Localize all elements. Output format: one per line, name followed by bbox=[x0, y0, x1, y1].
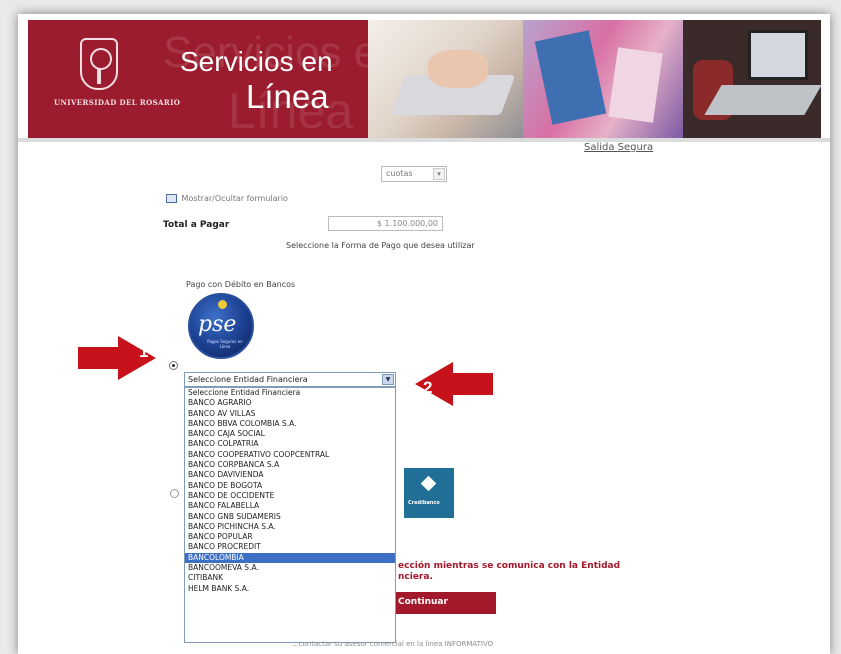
bank-option[interactable]: BANCO DAVIVIENDA bbox=[185, 470, 395, 480]
installments-value: cuotas bbox=[386, 169, 413, 178]
pse-logo-subtext: Pagos Seguros en Línea bbox=[207, 339, 243, 349]
credibanco-logo: Credibanco bbox=[404, 468, 454, 518]
bank-option[interactable]: BANCO FALABELLA bbox=[185, 501, 395, 511]
warning-line1: ección mientras se comunica con la Entid… bbox=[398, 561, 621, 571]
bank-option[interactable]: BANCO GNB SUDAMERIS bbox=[185, 512, 395, 522]
banner-title-line1: Servicios en bbox=[180, 46, 333, 77]
continue-button[interactable]: Continuar bbox=[396, 592, 496, 614]
banner-photo-typing bbox=[368, 20, 523, 138]
bank-option[interactable]: BANCO CAJA SOCIAL bbox=[185, 429, 395, 439]
crest-icon bbox=[80, 38, 118, 90]
bank-select[interactable]: Seleccione Entidad Financiera ▼ bbox=[184, 372, 396, 387]
banner-photo-shopping bbox=[523, 20, 683, 138]
browser-frame: UNIVERSIDAD DEL ROSARIO Servicios en Lín… bbox=[18, 14, 830, 654]
bank-option[interactable]: BANCO PROCREDIT bbox=[185, 542, 395, 552]
university-logo: UNIVERSIDAD DEL ROSARIO bbox=[54, 38, 180, 118]
credibanco-logo-text: Credibanco bbox=[408, 500, 440, 506]
chevron-down-icon[interactable]: ▾ bbox=[433, 168, 445, 180]
bank-option[interactable]: BANCO BBVA COLOMBIA S.A. bbox=[185, 419, 395, 429]
bank-option[interactable]: BANCO COOPERATIVO COOPCENTRAL bbox=[185, 450, 395, 460]
credibanco-radio[interactable] bbox=[170, 489, 179, 498]
total-label: Total a Pagar bbox=[163, 220, 230, 230]
banner-title-line2: Línea bbox=[246, 78, 329, 115]
pse-logo-text: pse bbox=[198, 312, 237, 337]
footer-note: ...contactar su asesor comercial en la l… bbox=[292, 640, 494, 648]
bank-option[interactable]: BANCO COLPATRIA bbox=[185, 439, 395, 449]
bank-option[interactable]: BANCO POPULAR bbox=[185, 532, 395, 542]
toggle-form-link[interactable]: Mostrar/Ocultar formulario bbox=[166, 194, 288, 203]
bank-option[interactable]: BANCO AGRARIO bbox=[185, 398, 395, 408]
diamond-icon bbox=[420, 475, 437, 492]
bank-option[interactable]: BANCO AV VILLAS bbox=[185, 409, 395, 419]
bank-option[interactable]: CITIBANK bbox=[185, 573, 395, 583]
bank-option[interactable]: BANCO PICHINCHA S.A. bbox=[185, 522, 395, 532]
warning-message: ección mientras se comunica con la Entid… bbox=[398, 561, 648, 583]
header-banner: UNIVERSIDAD DEL ROSARIO Servicios en Lín… bbox=[28, 20, 821, 138]
banner-photo-laptop bbox=[683, 20, 821, 138]
bank-option[interactable]: BANCO DE BOGOTA bbox=[185, 481, 395, 491]
divider bbox=[18, 138, 830, 142]
pse-radio[interactable] bbox=[169, 361, 178, 370]
bank-option[interactable]: Seleccione Entidad Financiera bbox=[185, 388, 395, 398]
secure-exit-link[interactable]: Salida Segura bbox=[584, 142, 653, 153]
bank-select-value: Seleccione Entidad Financiera bbox=[188, 375, 308, 384]
pse-dot-icon bbox=[218, 300, 227, 309]
bank-option[interactable]: BANCOOMEVA S.A. bbox=[185, 563, 395, 573]
pse-payment-label: Pago con Débito en Bancos bbox=[186, 280, 296, 289]
bank-dropdown-list[interactable]: Seleccione Entidad Financiera BANCO AGRAR… bbox=[184, 387, 396, 643]
form-icon bbox=[166, 194, 177, 203]
university-name: UNIVERSIDAD DEL ROSARIO bbox=[54, 98, 181, 107]
pse-logo: pse Pagos Seguros en Línea bbox=[188, 293, 254, 359]
bank-option[interactable]: BANCO DE OCCIDENTE bbox=[185, 491, 395, 501]
payment-method-prompt: Seleccione la Forma de Pago que desea ut… bbox=[286, 241, 475, 250]
warning-line2: nciera. bbox=[398, 572, 433, 582]
annotation-number-1: 1 bbox=[139, 342, 149, 361]
bank-option[interactable]: BANCO CORPBANCA S.A bbox=[185, 460, 395, 470]
total-amount-field: $ 1.100.000,00 bbox=[328, 216, 443, 231]
annotation-number-2: 2 bbox=[423, 378, 433, 397]
bank-option[interactable]: HELM BANK S.A. bbox=[185, 584, 395, 594]
chevron-down-icon[interactable]: ▼ bbox=[382, 374, 394, 385]
bank-option[interactable]: BANCOLOMBIA bbox=[185, 552, 395, 564]
toggle-form-label: Mostrar/Ocultar formulario bbox=[181, 194, 288, 203]
installments-select[interactable]: cuotas ▾ bbox=[381, 166, 447, 182]
